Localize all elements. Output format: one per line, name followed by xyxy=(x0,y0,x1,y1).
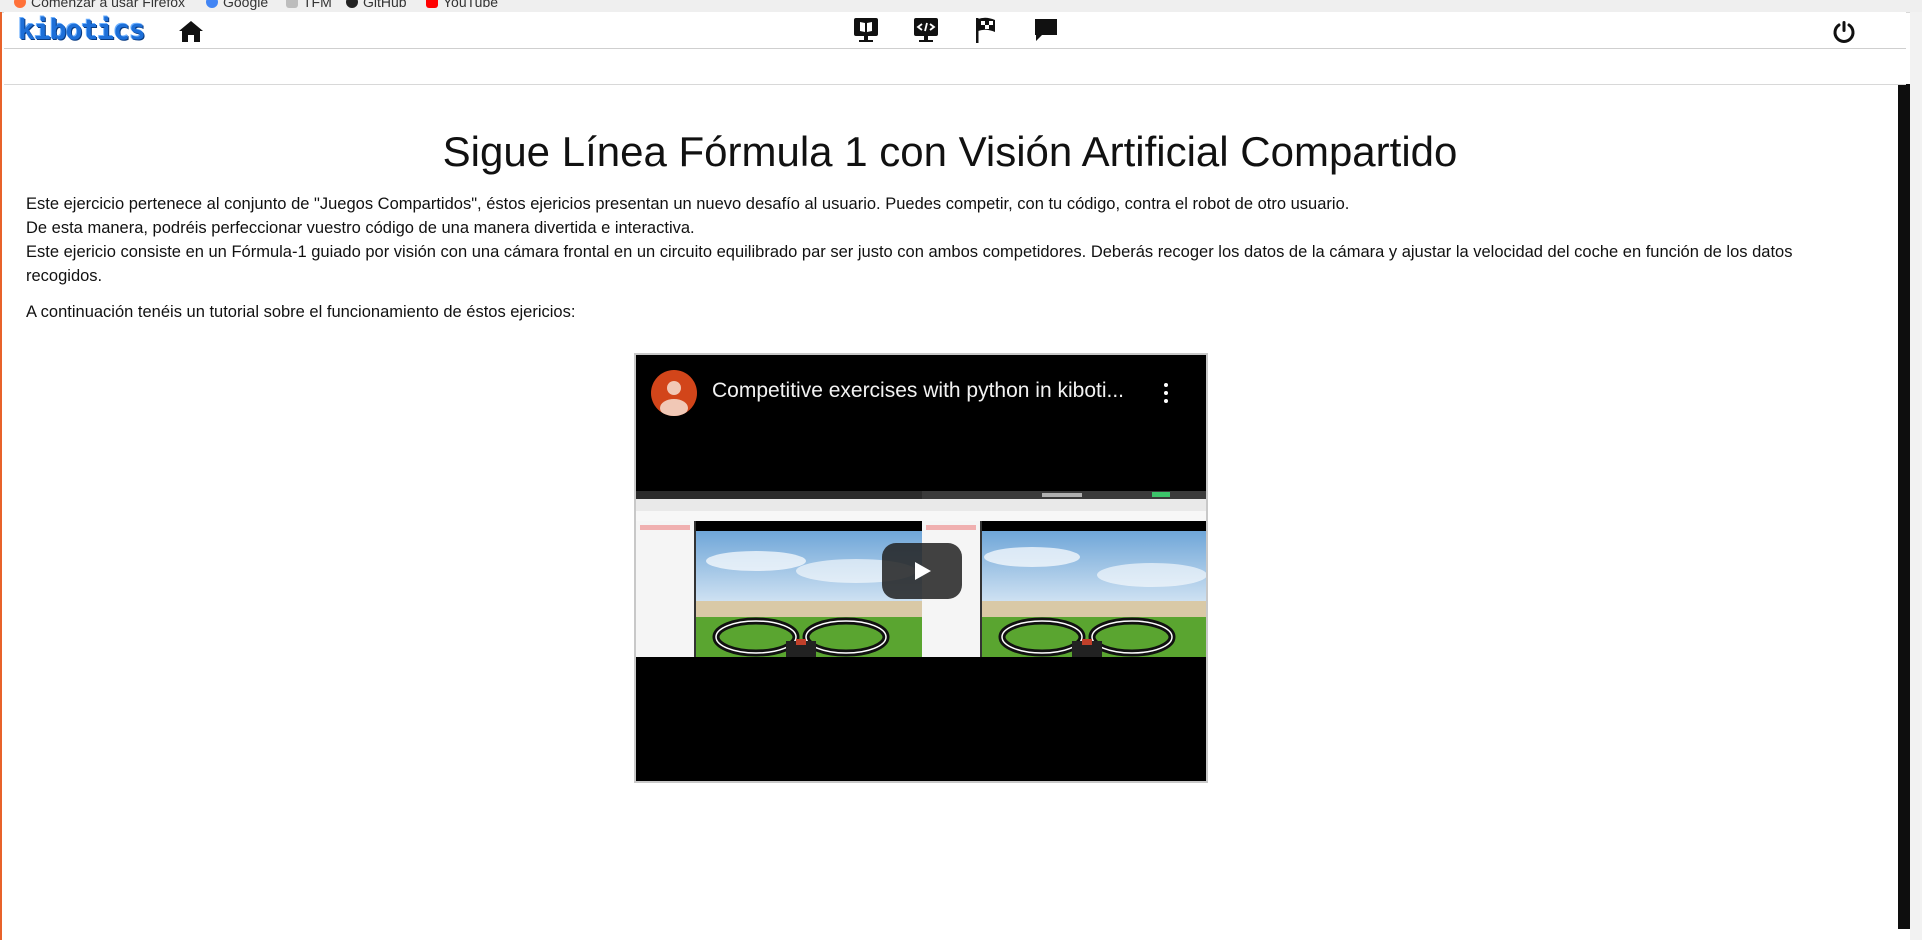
description-line: De esta manera, podréis perfeccionar vue… xyxy=(26,219,695,237)
youtube-video-embed[interactable]: Competitive exercises with python in kib… xyxy=(634,353,1208,783)
firefox-icon xyxy=(14,0,26,8)
bookmark-google[interactable]: Google xyxy=(206,0,268,10)
checkered-flag-icon[interactable] xyxy=(971,15,1001,45)
chat-bubble-icon[interactable] xyxy=(1031,15,1061,45)
dark-side-panel xyxy=(1898,84,1910,929)
page-title: Sigue Línea Fórmula 1 con Visión Artific… xyxy=(442,128,1458,175)
video-thumbnail-left xyxy=(636,491,922,657)
folder-icon xyxy=(286,0,298,8)
kibotics-logo[interactable]: kibotics xyxy=(18,12,146,46)
bookmark-github[interactable]: GitHub xyxy=(346,0,407,10)
description: Este ejercicio pertenece al conjunto de … xyxy=(26,192,1856,288)
more-options-icon[interactable] xyxy=(1160,381,1172,405)
youtube-icon xyxy=(426,0,438,8)
bookmark-firefox[interactable]: Comenzar a usar Firefox xyxy=(14,0,185,10)
google-icon xyxy=(206,0,218,8)
video-title[interactable]: Competitive exercises with python in kib… xyxy=(712,379,1124,403)
play-icon xyxy=(915,562,931,580)
sub-navbar xyxy=(4,49,1906,85)
description-line: Este ejercicio pertenece al conjunto de … xyxy=(26,195,1350,213)
power-icon[interactable] xyxy=(1829,17,1859,47)
scrollbar-track[interactable] xyxy=(1910,12,1922,940)
description-line: Este ejericio consiste en un Fórmula-1 g… xyxy=(26,243,1793,285)
bookmark-youtube[interactable]: YouTube xyxy=(426,0,498,10)
channel-avatar[interactable] xyxy=(651,370,697,416)
bookmark-tfm[interactable]: TFM xyxy=(286,0,332,10)
github-icon xyxy=(346,0,358,8)
video-thumbnail-right xyxy=(922,491,1206,657)
book-screen-icon[interactable] xyxy=(851,15,881,45)
code-screen-icon[interactable] xyxy=(911,15,941,45)
tutorial-intro: A continuación tenéis un tutorial sobre … xyxy=(26,303,576,321)
home-icon[interactable] xyxy=(176,16,206,46)
top-navbar xyxy=(4,12,1906,49)
play-button[interactable] xyxy=(882,543,962,599)
